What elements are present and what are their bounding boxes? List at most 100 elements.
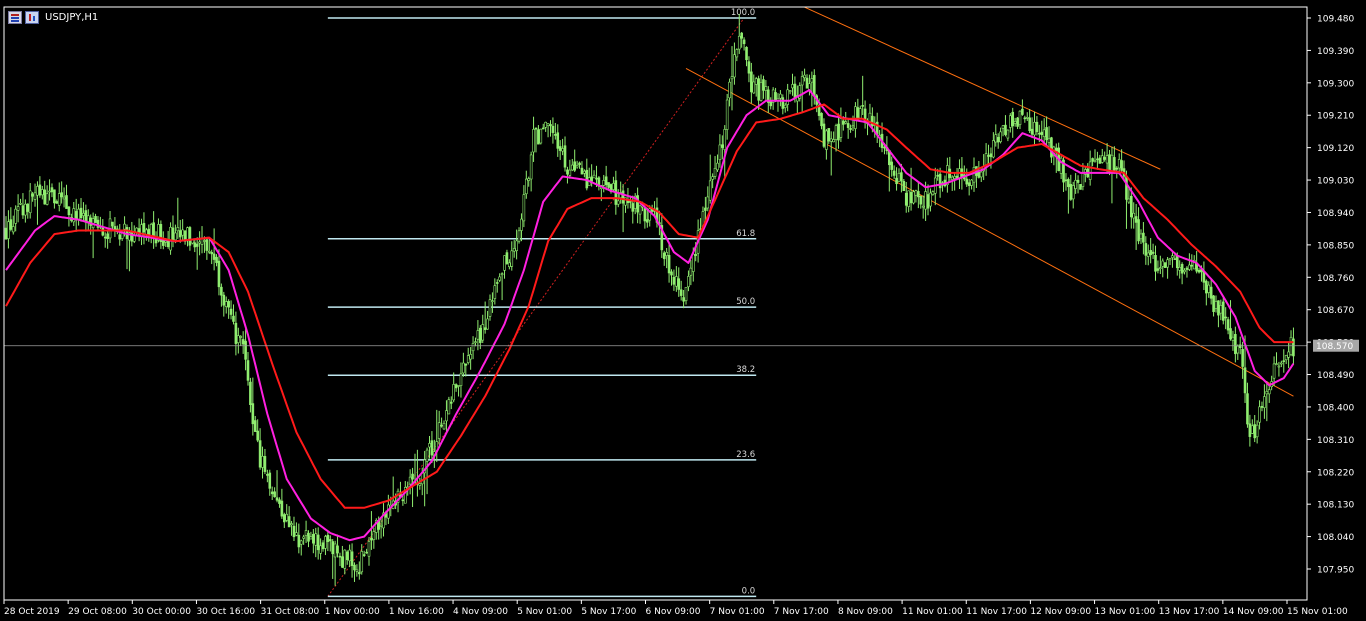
candle-body xyxy=(1224,316,1227,319)
x-tick-label: 6 Nov 09:00 xyxy=(646,607,701,617)
candle-body xyxy=(266,474,269,476)
candle-body xyxy=(580,167,584,175)
candle-body xyxy=(713,168,717,177)
candle-body xyxy=(212,253,216,260)
candle-body xyxy=(326,534,330,543)
candle-body xyxy=(282,514,286,523)
candle-body xyxy=(607,182,610,188)
candle-body xyxy=(79,207,83,219)
x-tick-label: 30 Oct 00:00 xyxy=(132,607,191,617)
candle-body xyxy=(532,128,535,153)
candle-body xyxy=(938,173,942,189)
candle-body xyxy=(1050,137,1053,158)
candle-body xyxy=(1006,129,1010,139)
x-tick-label: 11 Nov 01:00 xyxy=(902,607,963,617)
candle-body xyxy=(171,227,175,241)
candle-body xyxy=(462,362,465,374)
candle-body xyxy=(258,440,262,468)
candle-body xyxy=(24,203,27,216)
candle-body xyxy=(1226,319,1230,331)
candle-body xyxy=(454,384,458,389)
candle-body xyxy=(217,260,221,288)
ma-slow-line xyxy=(5,103,1294,509)
candle-body xyxy=(338,555,342,558)
channel-lower-line xyxy=(685,67,1294,397)
candle-body xyxy=(556,132,560,149)
candle-body xyxy=(822,123,826,147)
x-tick-label: 8 Nov 09:00 xyxy=(838,607,893,617)
candle-body xyxy=(1243,367,1247,394)
candle-body xyxy=(445,410,448,422)
equidistant-channel[interactable] xyxy=(685,6,1294,397)
candle-body xyxy=(842,120,845,125)
candle-body xyxy=(694,254,698,256)
candle-body xyxy=(1183,269,1186,273)
candle-body xyxy=(554,134,557,136)
candle-body xyxy=(716,162,719,171)
candle-body xyxy=(665,252,668,256)
candle-body xyxy=(1287,351,1290,358)
candle-body xyxy=(999,131,1002,142)
candle-body xyxy=(689,267,693,276)
candle-body xyxy=(195,243,199,247)
candle-body xyxy=(1260,406,1264,408)
candle-body xyxy=(251,403,255,425)
price-chart[interactable]: 100.061.850.038.223.60.0 109.480109.3901… xyxy=(0,0,1366,621)
candle-body xyxy=(469,354,472,360)
candle-body xyxy=(992,140,995,158)
candle-body xyxy=(1023,117,1027,120)
candle-body xyxy=(1284,355,1288,361)
candle-body xyxy=(285,513,289,521)
candle-body xyxy=(1117,159,1121,169)
candle-body xyxy=(256,430,259,441)
candle-body xyxy=(936,174,940,177)
candle-body xyxy=(1205,280,1208,294)
candle-body xyxy=(524,178,528,195)
candle-body xyxy=(595,177,598,180)
candle-body xyxy=(408,476,412,485)
candle-body xyxy=(723,129,727,150)
candle-body xyxy=(169,227,172,251)
candle-body xyxy=(1139,233,1143,240)
candle-body xyxy=(483,327,487,330)
y-tick-label: 108.850 xyxy=(1317,241,1354,251)
candle-body xyxy=(805,77,809,89)
candle-body xyxy=(788,90,792,93)
candle-body xyxy=(333,543,337,558)
candle-body xyxy=(302,536,305,539)
chart-window[interactable]: 100.0 61.8 50.0 38.2 23.6 0.0 109.480 109.390 1… xyxy=(0,0,1366,621)
candle-body xyxy=(779,93,782,99)
candle-body xyxy=(166,240,170,247)
candle-body xyxy=(193,242,197,248)
candle-body xyxy=(1067,179,1070,188)
candle-body xyxy=(53,189,56,204)
candle-body xyxy=(793,83,797,99)
candle-body xyxy=(1033,121,1036,136)
candle-body xyxy=(508,262,511,267)
candle-body xyxy=(57,193,61,206)
candle-body xyxy=(222,294,226,306)
candle-body xyxy=(457,385,460,387)
candle-body xyxy=(1217,300,1220,316)
chart-window-icon[interactable] xyxy=(25,10,39,24)
candle-body xyxy=(786,89,789,105)
candle-body xyxy=(1144,243,1148,256)
candle-body xyxy=(1054,147,1058,151)
candle-body xyxy=(965,178,969,185)
candle-body xyxy=(220,286,223,296)
candle-body xyxy=(62,196,66,200)
chart-menu-icon[interactable] xyxy=(8,10,22,24)
candle-body xyxy=(1175,255,1179,269)
candle-body xyxy=(1093,160,1097,163)
candle-body xyxy=(11,226,15,233)
candle-body xyxy=(1115,167,1119,170)
candle-body xyxy=(232,315,235,322)
candle-body xyxy=(742,39,746,45)
candle-body xyxy=(774,92,777,101)
y-tick-label: 107.950 xyxy=(1317,566,1354,576)
candle-body xyxy=(86,215,90,222)
candle-body xyxy=(237,335,240,343)
candle-body xyxy=(924,191,927,210)
y-tick-label: 109.300 xyxy=(1317,79,1354,89)
candle-body xyxy=(149,224,153,237)
